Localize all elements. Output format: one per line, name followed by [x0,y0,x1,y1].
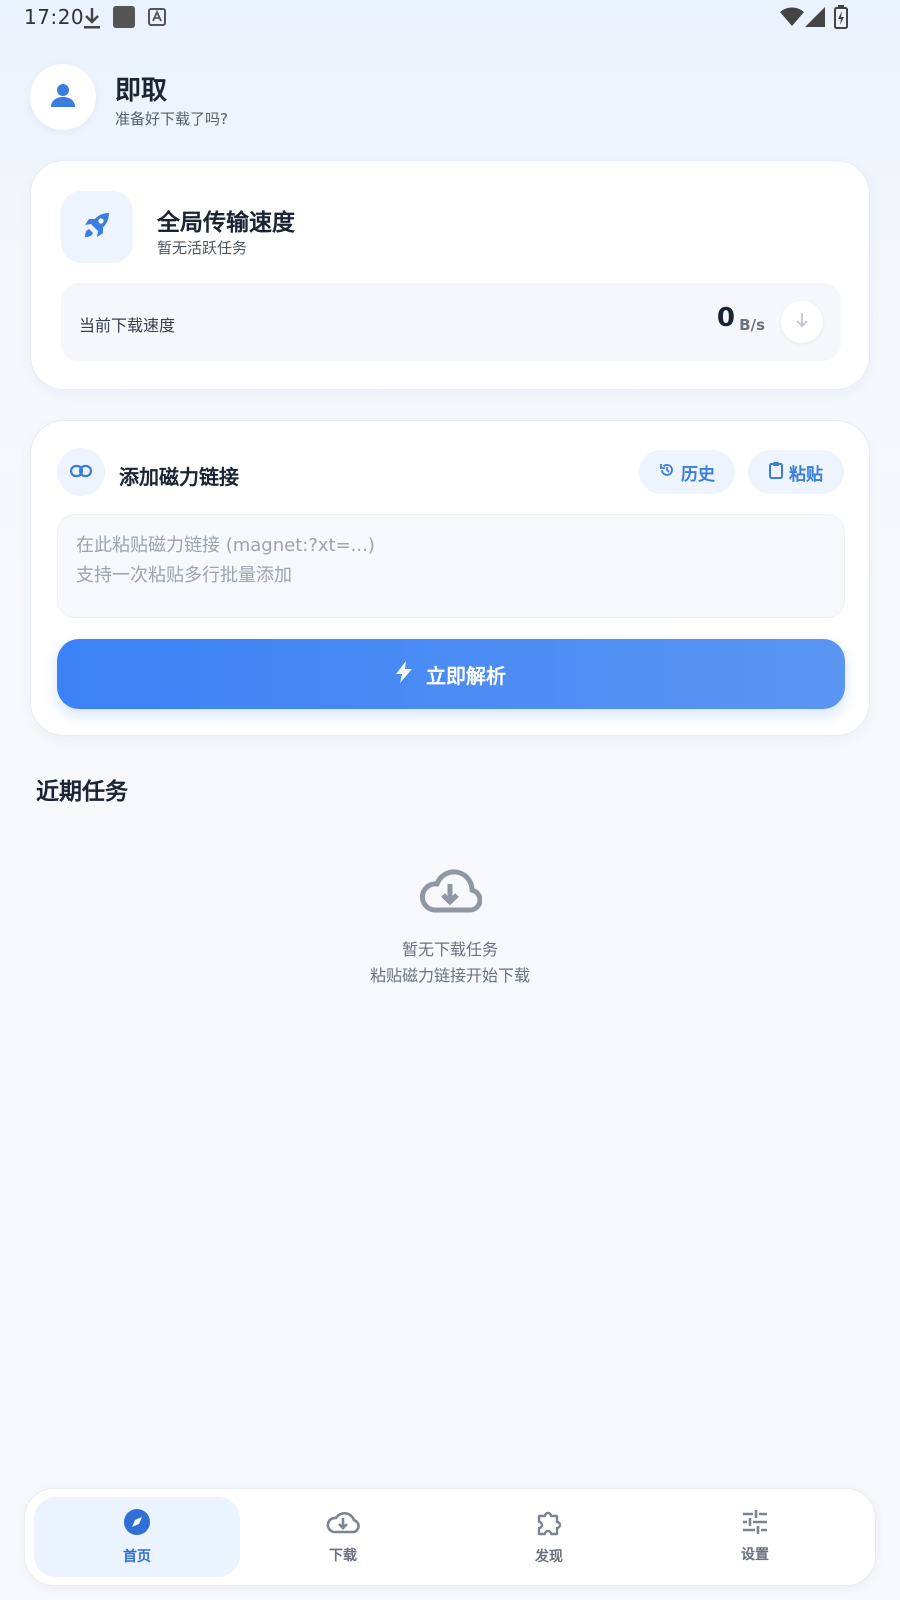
clipboard-icon [769,461,783,484]
speed-indicator [781,301,823,343]
bottom-nav: 首页 下载 发现 设置 [24,1488,876,1586]
nav-item-discover[interactable]: 发现 [446,1497,652,1577]
status-bar: 17:20 [0,0,900,36]
speed-value: 0 [716,303,735,333]
recent-tasks-title: 近期任务 [36,779,128,805]
cloud-download-icon [326,1509,360,1539]
paste-button[interactable]: 粘贴 [748,450,844,494]
nav-item-home[interactable]: 首页 [34,1497,240,1577]
speed-card: 全局传输速度 暂无活跃任务 当前下载速度 0 B/s [30,160,870,390]
speed-subtitle: 暂无活跃任务 [157,239,248,257]
nav-label-discover: 发现 [535,1549,563,1565]
magnet-card: 添加磁力链接 历史 粘贴 在此粘贴磁力链接 (magnet:?xt=...) 支… [30,420,870,736]
puzzle-icon [535,1508,563,1540]
link-icon-circle [57,448,105,496]
app-title: 即取 [115,76,168,106]
link-icon [69,463,93,482]
lightning-icon [396,660,412,688]
user-icon [49,81,77,113]
current-speed-label: 当前下载速度 [79,316,176,335]
magnet-title: 添加磁力链接 [119,465,239,489]
history-label: 历史 [681,464,715,485]
nav-item-settings[interactable]: 设置 [652,1497,858,1577]
paste-label: 粘贴 [789,464,823,485]
status-time: 17:20 [24,5,85,29]
download-icon [82,6,102,34]
wifi-icon [780,7,804,31]
parse-button[interactable]: 立即解析 [57,639,845,709]
nav-label-settings: 设置 [741,1547,769,1563]
history-icon [659,462,675,483]
nav-label-home: 首页 [123,1549,151,1565]
keyboard-a-icon [148,8,166,30]
empty-state-title: 暂无下载任务 [401,940,498,959]
speed-unit: B/s [739,316,765,334]
signal-icon [805,7,825,31]
current-speed-row: 当前下载速度 0 B/s [61,283,841,361]
speed-title: 全局传输速度 [157,210,295,236]
empty-state-hint: 粘贴磁力链接开始下载 [369,966,530,985]
arrow-down-icon [795,312,809,332]
cloud-download-icon [418,868,483,918]
nav-item-downloads[interactable]: 下载 [240,1497,446,1577]
parse-label: 立即解析 [426,663,506,688]
rocket-icon-box [61,191,133,263]
rocket-icon [81,209,113,245]
app-square-icon [113,6,135,32]
nav-label-downloads: 下载 [329,1548,357,1564]
magnet-input[interactable]: 在此粘贴磁力链接 (magnet:?xt=...) 支持一次粘贴多行批量添加 [57,514,845,618]
sliders-icon [742,1510,768,1538]
battery-icon [834,5,848,33]
app-subtitle: 准备好下载了吗? [115,110,228,128]
avatar[interactable] [30,64,96,130]
compass-icon [123,1508,151,1540]
history-button[interactable]: 历史 [639,450,735,494]
